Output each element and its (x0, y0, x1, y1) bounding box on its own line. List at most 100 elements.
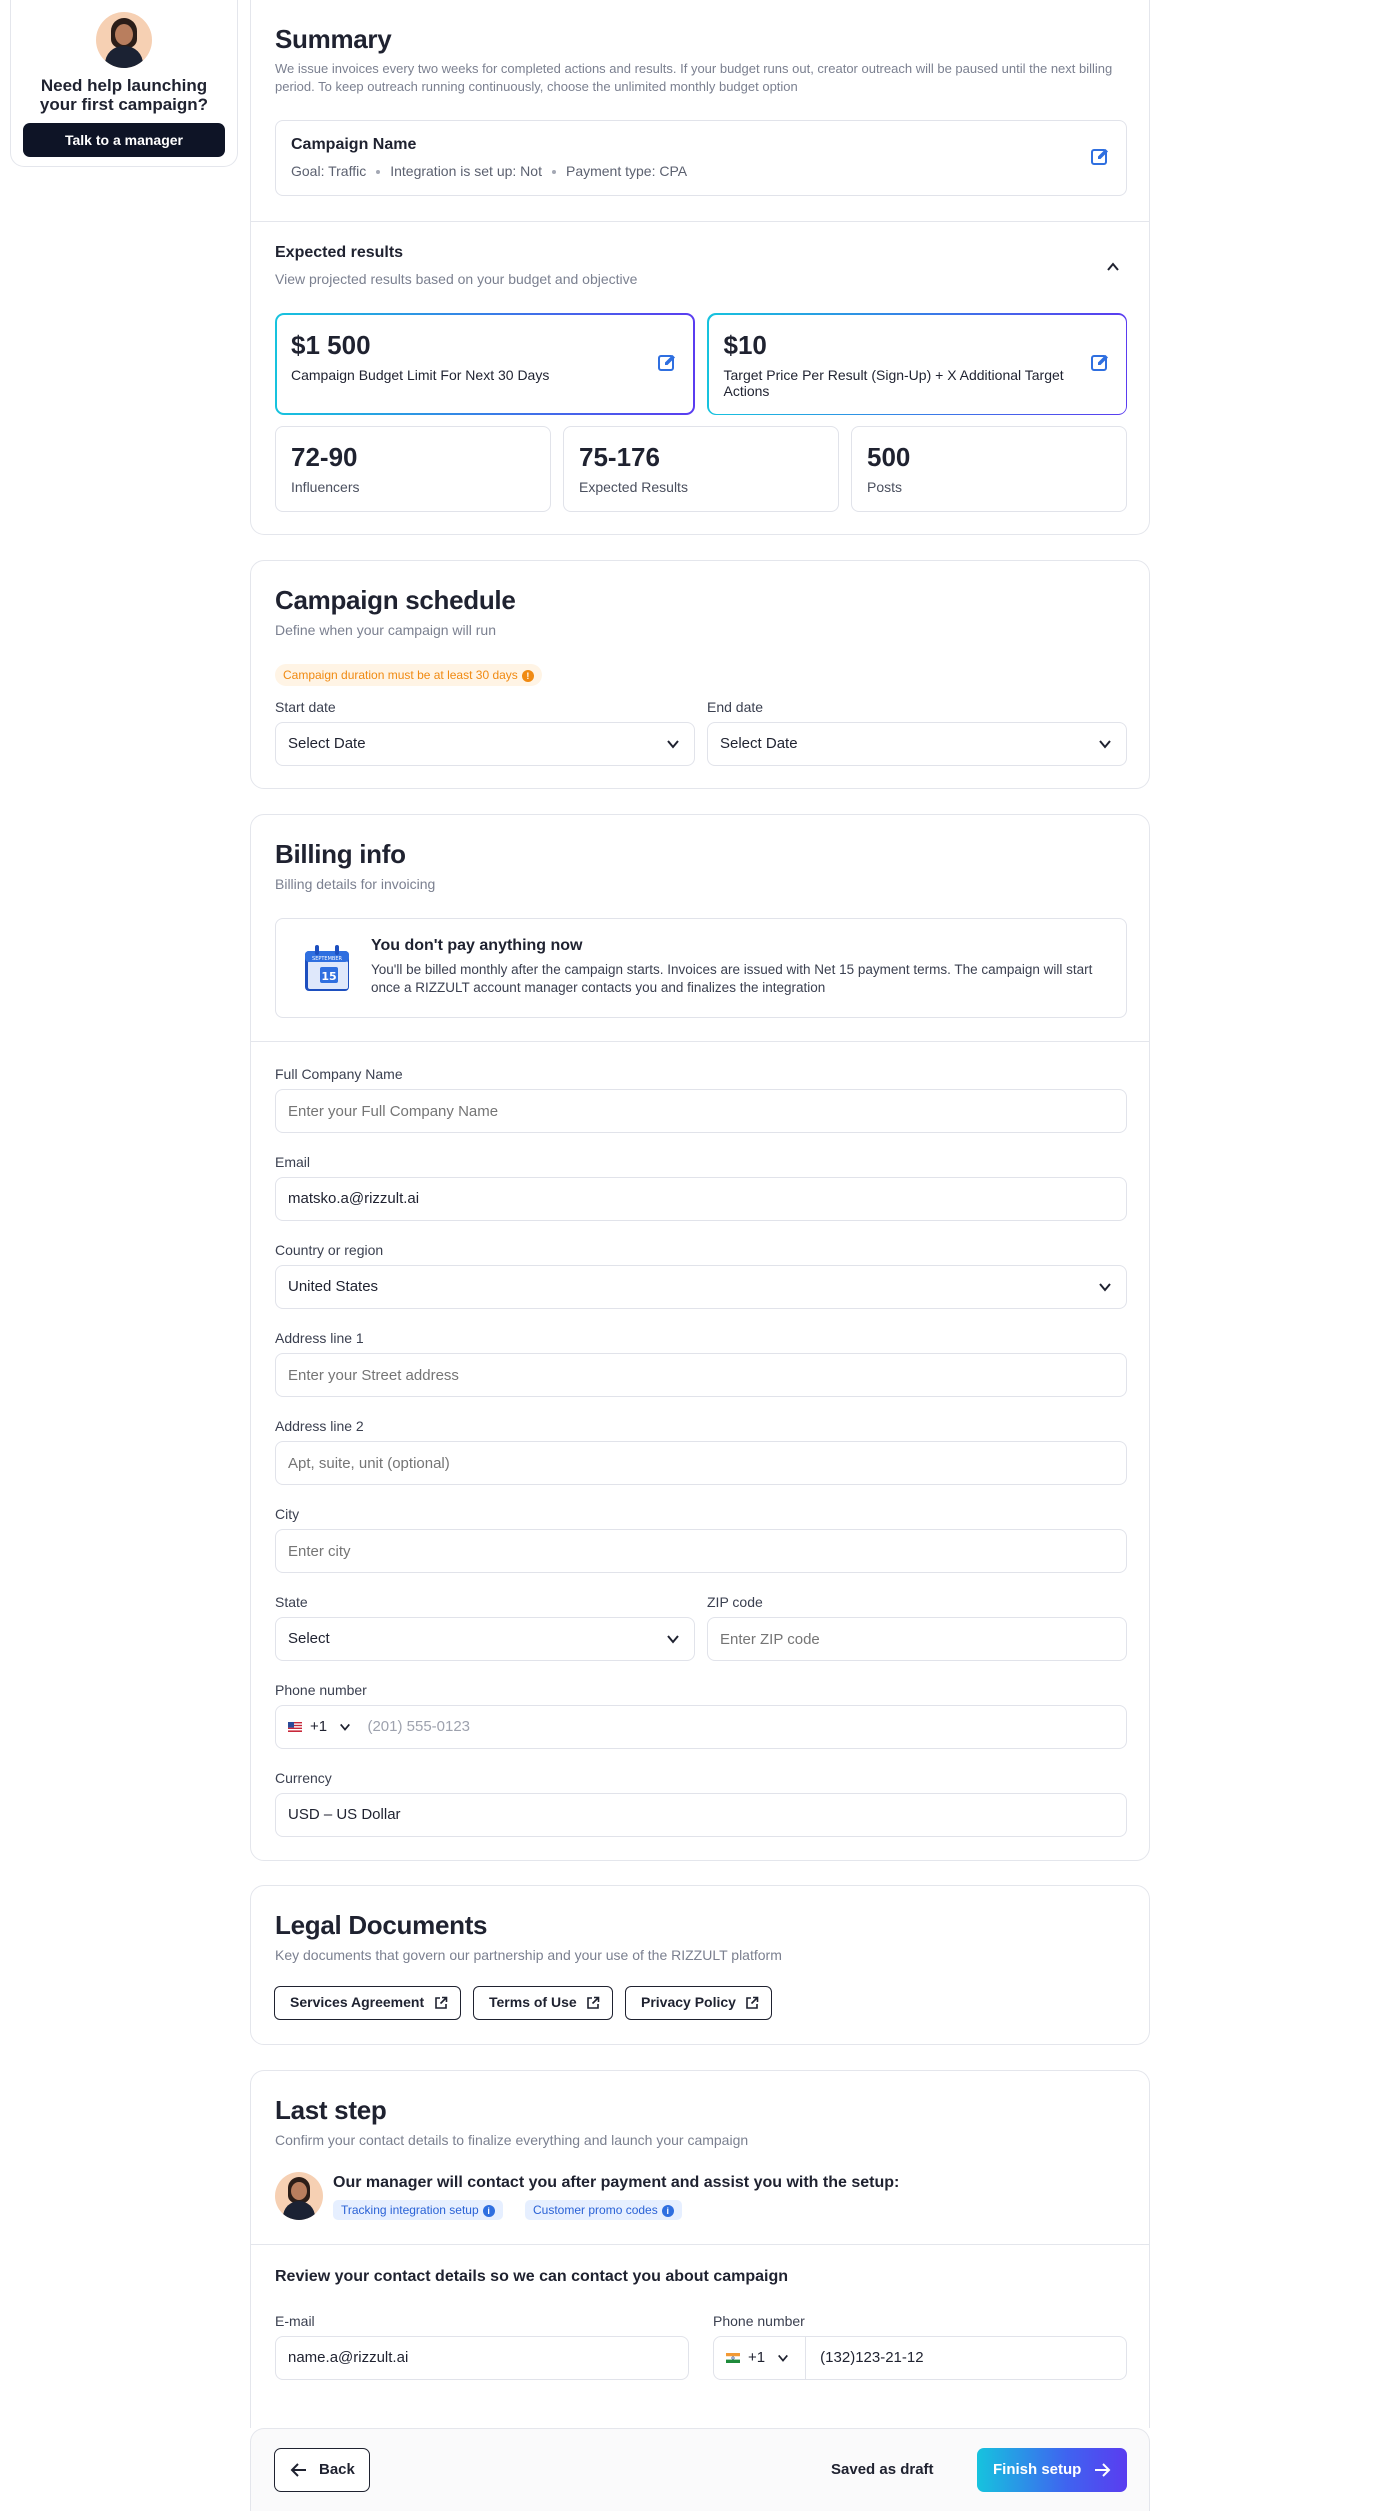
budget-label: Campaign Budget Limit For Next 30 Days (291, 367, 550, 383)
state-label: State (275, 1594, 308, 1610)
summary-title: Summary (275, 24, 392, 54)
chevron-down-icon (778, 2354, 789, 2362)
calendar-icon: SEPTEMBER 15 (305, 945, 349, 991)
country-select[interactable]: United States (275, 1265, 1127, 1309)
terms-of-use-link[interactable]: Terms of Use (473, 1986, 613, 2020)
link-label: Services Agreement (290, 1994, 425, 2010)
schedule-title: Campaign schedule (275, 585, 516, 615)
edit-budget-icon[interactable] (657, 353, 677, 373)
billing-notice-box: SEPTEMBER 15 You don't pay anything now … (275, 918, 1127, 1018)
country-code-select[interactable]: +1 (288, 1718, 355, 1735)
tag-label: Tracking integration setup (341, 2203, 479, 2217)
start-date-value: Select Date (288, 735, 366, 752)
country-label: Country or region (275, 1242, 384, 1258)
end-date-select[interactable]: Select Date (707, 722, 1127, 766)
campaign-payment-type: Payment type: CPA (565, 163, 688, 179)
chevron-down-icon (340, 1723, 351, 1731)
stat-label: Expected Results (579, 479, 688, 495)
legal-subtitle: Key documents that govern our partnershi… (275, 1947, 782, 1963)
expected-results-title: Expected results (275, 244, 404, 261)
budget-limit-box[interactable]: $1 500 Campaign Budget Limit For Next 30… (275, 313, 695, 415)
external-link-icon (746, 1996, 759, 2009)
stat-influencers: 72-90 Influencers (275, 426, 551, 512)
country-code-select[interactable]: +1 (714, 2337, 806, 2379)
info-icon[interactable]: i (661, 2204, 674, 2217)
address2-input[interactable] (275, 1441, 1127, 1485)
stat-posts: 500 Posts (851, 426, 1127, 512)
schedule-subtitle: Define when your campaign will run (275, 622, 496, 638)
link-label: Terms of Use (489, 1994, 577, 2010)
legal-title: Legal Documents (275, 1910, 488, 1940)
expected-results-subtitle: View projected results based on your bud… (275, 271, 638, 287)
help-title: Need help launching your first campaign? (39, 76, 209, 114)
zip-label: ZIP code (707, 1594, 763, 1610)
india-flag-icon (726, 2353, 740, 2364)
last-step-subtitle: Confirm your contact details to finalize… (275, 2132, 749, 2148)
contact-phone-field[interactable]: +1 (132)123-21-12 (713, 2336, 1127, 2380)
city-input[interactable] (275, 1529, 1127, 1573)
calendar-month: SEPTEMBER (312, 956, 342, 962)
contact-phone-label: Phone number (713, 2313, 805, 2329)
currency-field[interactable]: USD – US Dollar (275, 1793, 1127, 1837)
billing-subtitle: Billing details for invoicing (275, 876, 436, 892)
manager-avatar (96, 12, 152, 68)
stat-value: 75-176 (579, 442, 660, 472)
campaign-integration: Integration is set up: Not (390, 163, 542, 179)
edit-campaign-icon[interactable] (1090, 147, 1110, 167)
zip-input[interactable] (707, 1617, 1127, 1661)
last-step-card: Last step Confirm your contact details t… (250, 2070, 1150, 2428)
manager-text: Our manager will contact you after payme… (333, 2174, 900, 2191)
calendar-day: 15 (321, 970, 336, 983)
edit-target-price-icon[interactable] (1090, 353, 1110, 373)
saved-as-draft-button[interactable]: Saved as draft (831, 2448, 934, 2492)
tag-tracking-integration: Tracking integration setup i (333, 2200, 503, 2220)
contact-email-input[interactable]: name.a@rizzult.ai (275, 2336, 689, 2380)
contact-email-label: E-mail (275, 2313, 315, 2329)
manager-avatar (275, 2172, 323, 2220)
end-date-label: End date (707, 699, 764, 715)
chevron-down-icon (667, 1635, 679, 1644)
company-label: Full Company Name (275, 1066, 403, 1082)
billing-divider (251, 1041, 1149, 1042)
chevron-down-icon (1099, 740, 1111, 749)
last-step-divider (251, 2244, 1149, 2245)
external-link-icon (587, 1996, 600, 2009)
campaign-goal: Goal: Traffic (291, 163, 367, 179)
link-label: Privacy Policy (641, 1994, 736, 2010)
stat-label: Influencers (291, 479, 360, 495)
stat-value: 500 (867, 442, 911, 472)
finish-setup-button[interactable]: Finish setup (977, 2448, 1127, 2492)
footer-bar: Back Saved as draft Finish setup (250, 2428, 1150, 2511)
currency-label: Currency (275, 1770, 332, 1786)
info-icon[interactable]: i (482, 2204, 495, 2217)
address2-label: Address line 2 (275, 1418, 364, 1434)
contact-phone-value: (132)123-21-12 (820, 2349, 924, 2366)
billing-email-input[interactable]: matsko.a@rizzult.ai (275, 1177, 1127, 1221)
finish-label: Finish setup (993, 2461, 1082, 2478)
tag-promo-codes: Customer promo codes i (525, 2200, 682, 2220)
target-price-value: $10 (723, 329, 767, 360)
company-name-input[interactable] (275, 1089, 1127, 1133)
chevron-down-icon (667, 740, 679, 749)
back-button[interactable]: Back (274, 2448, 370, 2492)
billing-notice-text: You'll be billed monthly after the campa… (371, 962, 1093, 995)
state-value: Select (288, 1630, 330, 1647)
email-label: Email (275, 1154, 311, 1170)
talk-to-manager-button[interactable]: Talk to a manager (23, 123, 225, 157)
phone-code: +1 (748, 2349, 766, 2366)
start-date-label: Start date (275, 699, 336, 715)
schedule-card: Campaign schedule Define when your campa… (250, 560, 1150, 789)
billing-notice-title: You don't pay anything now (371, 937, 583, 954)
legal-card: Legal Documents Key documents that gover… (250, 1885, 1150, 2045)
state-select[interactable]: Select (275, 1617, 695, 1661)
start-date-select[interactable]: Select Date (275, 722, 695, 766)
budget-value: $1 500 (291, 330, 371, 360)
country-value: United States (288, 1278, 379, 1295)
us-flag-icon (288, 1722, 302, 1733)
address1-input[interactable] (275, 1353, 1127, 1397)
collapse-chevron-up-icon[interactable] (1106, 260, 1120, 274)
privacy-policy-link[interactable]: Privacy Policy (625, 1986, 772, 2020)
services-agreement-link[interactable]: Services Agreement (274, 1986, 461, 2020)
target-price-box[interactable]: $10 Target Price Per Result (Sign-Up) + … (707, 313, 1127, 415)
billing-phone-field[interactable]: +1 (201) 555-0123 (275, 1705, 1127, 1749)
